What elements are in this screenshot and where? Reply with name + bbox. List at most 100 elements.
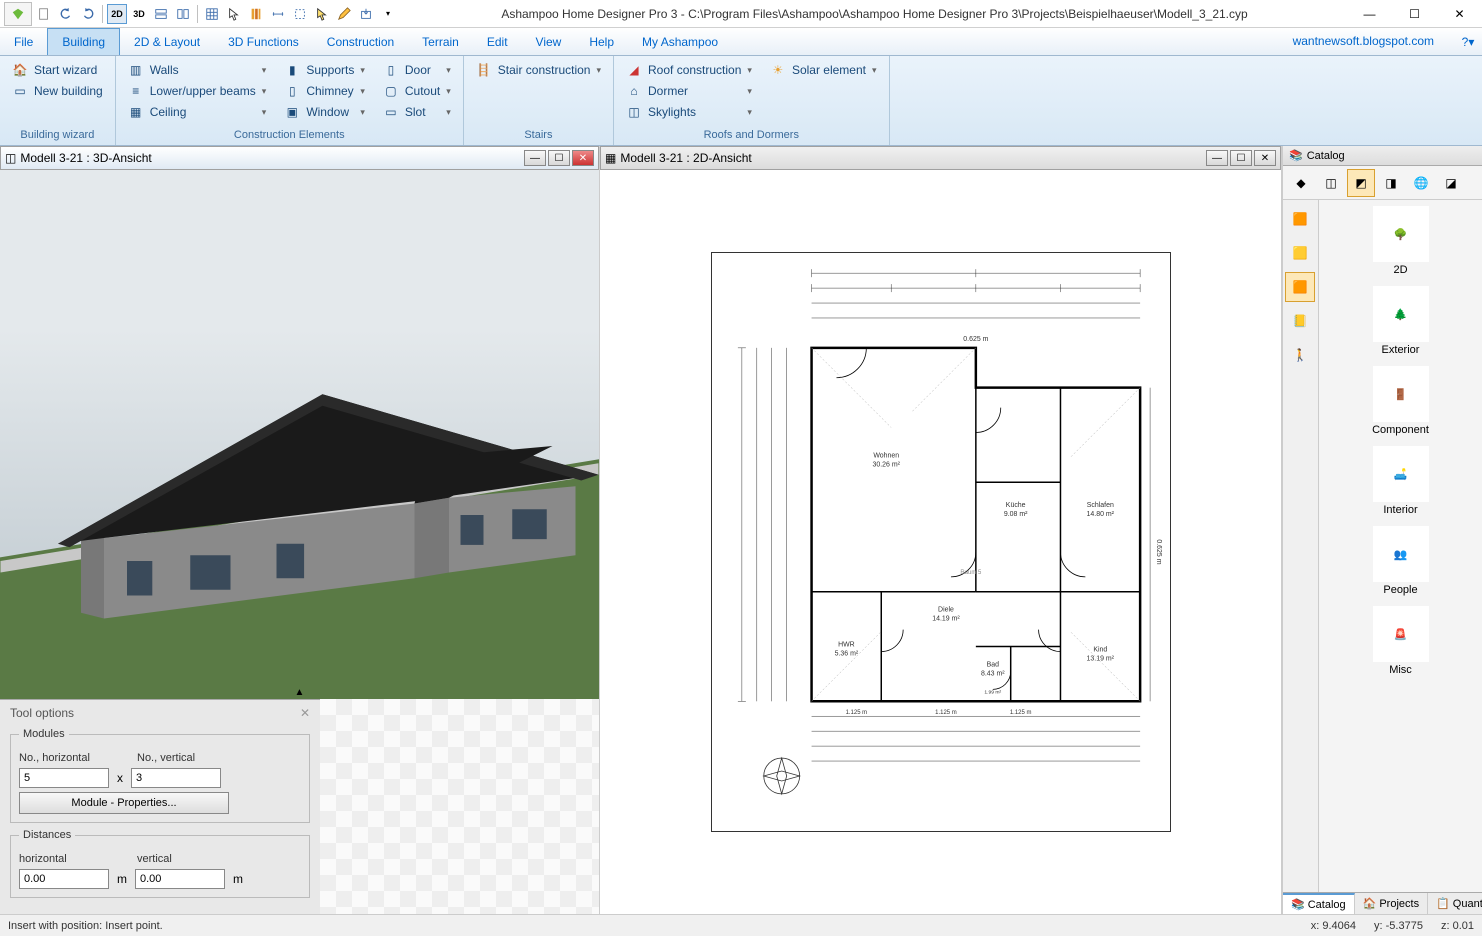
- view3d-close[interactable]: ✕: [572, 150, 594, 166]
- view-3d-icon[interactable]: 3D: [129, 4, 149, 24]
- supports-icon: ▮: [284, 62, 300, 78]
- pen-icon[interactable]: [334, 4, 354, 24]
- maximize-button[interactable]: ☐: [1392, 0, 1437, 28]
- grid-area[interactable]: [320, 699, 599, 914]
- ceiling-button[interactable]: ▦Ceiling▾: [124, 102, 271, 122]
- beams-button[interactable]: ≡Lower/upper beams▾: [124, 81, 271, 101]
- dormer-button[interactable]: ⌂Dormer▾: [622, 81, 756, 101]
- view2d-maximize[interactable]: ☐: [1230, 150, 1252, 166]
- catalog-sidebar: 🟧 🟨 🟧 📒 🚶: [1283, 200, 1319, 892]
- svg-text:5.36 m²: 5.36 m²: [834, 651, 858, 658]
- view2d-minimize[interactable]: —: [1206, 150, 1228, 166]
- view3d-titlebar: ◫ Modell 3-21 : 3D-Ansicht — ☐ ✕: [0, 146, 599, 170]
- cat-tool-4[interactable]: ◨: [1377, 169, 1405, 197]
- new-building-button[interactable]: ▭New building: [8, 81, 107, 101]
- distance-vertical-input[interactable]: [135, 869, 225, 889]
- house-icon: 🏠: [12, 62, 28, 78]
- svg-text:Schlafen: Schlafen: [1086, 502, 1113, 509]
- cursor-icon[interactable]: [224, 4, 244, 24]
- view2d-canvas[interactable]: Wohnen30.26 m² Küche9.08 m² Schlafen14.8…: [600, 170, 1281, 914]
- cat-tool-1[interactable]: ◆: [1287, 169, 1315, 197]
- catalog-list[interactable]: 🌳2D 🌲Exterior 🚪Component 🛋️Interior 👥Peo…: [1319, 200, 1482, 892]
- module-properties-button[interactable]: Module - Properties...: [19, 792, 229, 814]
- app-menu-button[interactable]: [4, 2, 32, 26]
- menu-terrain[interactable]: Terrain: [408, 28, 473, 55]
- help-icon[interactable]: ?▾: [1454, 28, 1482, 55]
- menu-my-ashampoo[interactable]: My Ashampoo: [628, 28, 732, 55]
- minimize-button[interactable]: —: [1347, 0, 1392, 28]
- catalog-item-interior[interactable]: 🛋️Interior: [1361, 446, 1441, 516]
- door-button[interactable]: ▯Door▾: [379, 60, 455, 80]
- view3d-maximize[interactable]: ☐: [548, 150, 570, 166]
- blog-link[interactable]: wantnewsoft.blogspot.com: [1273, 28, 1454, 55]
- catalog-item-misc[interactable]: 🚨Misc: [1361, 606, 1441, 676]
- cat-cat-3[interactable]: 🟧: [1285, 272, 1315, 302]
- catalog-item-2d[interactable]: 🌳2D: [1361, 206, 1441, 276]
- undo-icon[interactable]: [56, 4, 76, 24]
- menu-3d-functions[interactable]: 3D Functions: [214, 28, 313, 55]
- start-wizard-button[interactable]: 🏠Start wizard: [8, 60, 107, 80]
- no-vertical-input[interactable]: [131, 768, 221, 788]
- new-file-icon[interactable]: [34, 4, 54, 24]
- walls-button[interactable]: ▥Walls▾: [124, 60, 271, 80]
- solar-element-button[interactable]: ☀Solar element▾: [766, 60, 881, 80]
- svg-text:14.80 m²: 14.80 m²: [1086, 511, 1114, 518]
- menubar: File Building 2D & Layout 3D Functions C…: [0, 28, 1482, 56]
- cat-tool-2[interactable]: ◫: [1317, 169, 1345, 197]
- view2d-close[interactable]: ✕: [1254, 150, 1276, 166]
- view-2d-icon[interactable]: 2D: [107, 4, 127, 24]
- ribbon-group-construction-elements: ▥Walls▾ ≡Lower/upper beams▾ ▦Ceiling▾ ▮S…: [116, 56, 464, 145]
- cutout-button[interactable]: ▢Cutout▾: [379, 81, 455, 101]
- view3d-icon: ◫: [5, 151, 16, 165]
- tab-quantities[interactable]: 📋Quantities: [1428, 893, 1482, 914]
- menu-construction[interactable]: Construction: [313, 28, 408, 55]
- supports-button[interactable]: ▮Supports▾: [280, 60, 369, 80]
- crop-icon[interactable]: [290, 4, 310, 24]
- select-icon[interactable]: [312, 4, 332, 24]
- chimney-button[interactable]: ▯Chimney▾: [280, 81, 369, 101]
- cat-cat-4[interactable]: 📒: [1285, 306, 1315, 336]
- qat-dropdown-icon[interactable]: ▾: [378, 4, 398, 24]
- cat-cat-1[interactable]: 🟧: [1285, 204, 1315, 234]
- modules-fieldset: Modules No., horizontal No., vertical x …: [10, 728, 310, 823]
- view-split-h-icon[interactable]: [151, 4, 171, 24]
- tool-options-close-icon[interactable]: ✕: [300, 706, 310, 720]
- grid-icon[interactable]: [202, 4, 222, 24]
- menu-help[interactable]: Help: [575, 28, 628, 55]
- menu-view[interactable]: View: [522, 28, 576, 55]
- cat-cat-5[interactable]: 🚶: [1285, 340, 1315, 370]
- no-horizontal-input[interactable]: [19, 768, 109, 788]
- catalog-item-component[interactable]: 🚪Component: [1361, 366, 1441, 436]
- cat-tool-6[interactable]: ◪: [1437, 169, 1465, 197]
- export-icon[interactable]: [356, 4, 376, 24]
- cat-tool-3[interactable]: ◩: [1347, 169, 1375, 197]
- tab-catalog[interactable]: 📚Catalog: [1283, 893, 1355, 914]
- slot-button[interactable]: ▭Slot▾: [379, 102, 455, 122]
- redo-icon[interactable]: [78, 4, 98, 24]
- window-button[interactable]: ▣Window▾: [280, 102, 369, 122]
- distance-horizontal-input[interactable]: [19, 869, 109, 889]
- view2d-titlebar: ▦ Modell 3-21 : 2D-Ansicht — ☐ ✕: [600, 146, 1281, 170]
- catalog-item-exterior[interactable]: 🌲Exterior: [1361, 286, 1441, 356]
- menu-edit[interactable]: Edit: [473, 28, 522, 55]
- stair-construction-button[interactable]: 🪜Stair construction▾: [472, 60, 605, 80]
- ribbon-group-roofs-dormers: ◢Roof construction▾ ⌂Dormer▾ ◫Skylights▾…: [614, 56, 890, 145]
- svg-text:1.125 m: 1.125 m: [845, 710, 867, 716]
- view-split-v-icon[interactable]: [173, 4, 193, 24]
- view3d-canvas[interactable]: ▲: [0, 170, 599, 699]
- svg-text:HWR: HWR: [838, 642, 855, 649]
- menu-2d-layout[interactable]: 2D & Layout: [120, 28, 214, 55]
- svg-text:13.19 m²: 13.19 m²: [1086, 655, 1114, 662]
- close-button[interactable]: ✕: [1437, 0, 1482, 28]
- menu-building[interactable]: Building: [47, 28, 120, 55]
- skylights-button[interactable]: ◫Skylights▾: [622, 102, 756, 122]
- cat-cat-2[interactable]: 🟨: [1285, 238, 1315, 268]
- catalog-item-people[interactable]: 👥People: [1361, 526, 1441, 596]
- columns-icon[interactable]: [246, 4, 266, 24]
- roof-construction-button[interactable]: ◢Roof construction▾: [622, 60, 756, 80]
- cat-tool-5[interactable]: 🌐: [1407, 169, 1435, 197]
- view3d-minimize[interactable]: —: [524, 150, 546, 166]
- tab-projects[interactable]: 🏠Projects: [1355, 893, 1428, 914]
- measure-icon[interactable]: [268, 4, 288, 24]
- menu-file[interactable]: File: [0, 28, 47, 55]
